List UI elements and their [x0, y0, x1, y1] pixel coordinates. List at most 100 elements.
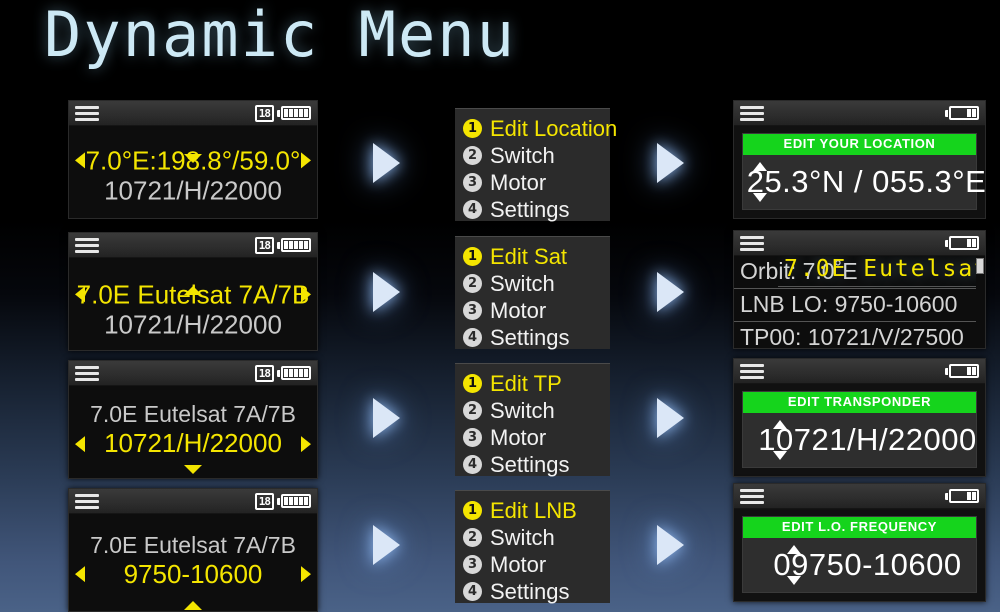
edit-value-area[interactable]: 10721/H/22000 [743, 413, 976, 467]
play-arrow-icon-3 [373, 272, 400, 312]
battery-half-icon [945, 364, 979, 378]
menu-2[interactable]: 1 Edit Sat 2 Switch 3 Motor 4 Settings [455, 236, 610, 351]
page-title: Dynamic Menu [44, 0, 516, 71]
menu-4[interactable]: 1 Edit LNB 2 Switch 3 Motor 4 Settings [455, 490, 610, 605]
screen-body: EDIT TRANSPONDER 10721/H/22000 [734, 384, 985, 476]
sat-detail-screen[interactable]: 7.0E Eutelsat 7A/7B Orbit: 7.0˚E LNB LO:… [733, 230, 986, 349]
hamburger-icon[interactable] [75, 105, 99, 121]
menu-item-label: Switch [490, 142, 555, 168]
device-screen-3[interactable]: 18 7.0E Eutelsat 7A/7B 10721/H/22000 [68, 360, 318, 479]
menu-item-motor[interactable]: 3 Motor [463, 551, 602, 578]
list-item: 7.0E Eutelsat 7A/7B [778, 256, 985, 288]
spinner-up-icon[interactable] [787, 545, 801, 555]
status-indicators: 18 [254, 104, 311, 122]
menu-item-edit-lnb[interactable]: 1 Edit LNB [463, 497, 602, 524]
edit-value-area[interactable]: 09750-10600 [743, 538, 976, 592]
menu-item-motor[interactable]: 3 Motor [463, 424, 602, 451]
arrow-left-icon[interactable] [75, 152, 85, 169]
row-value: 7.0E Eutelsat 7A/7B [76, 278, 310, 309]
menu-item-switch[interactable]: 2 Switch [463, 270, 602, 297]
device-screen-2[interactable]: 18 7.0E Eutelsat 7A/7B 10721/H/22000 [68, 232, 318, 351]
hamburger-icon[interactable] [740, 235, 764, 251]
edit-header: EDIT L.O. FREQUENCY [743, 517, 976, 539]
menu-item-edit-location[interactable]: 1 Edit Location [463, 115, 617, 142]
menu-item-switch[interactable]: 2 Switch [463, 142, 602, 169]
play-arrow-icon-1 [373, 143, 400, 183]
signal-chip-icon: 18 [254, 236, 274, 254]
battery-half-icon [945, 489, 979, 503]
menu-item-settings[interactable]: 4 Settings [463, 578, 602, 605]
highlighted-row[interactable]: 10721/H/22000 [69, 428, 317, 459]
menu-item-settings[interactable]: 4 Settings [463, 451, 602, 478]
scrollbar[interactable] [976, 256, 985, 348]
menu-item-label: Edit TP [490, 370, 562, 396]
arrow-right-icon[interactable] [301, 286, 311, 303]
edit-card: EDIT TRANSPONDER 10721/H/22000 [742, 391, 977, 468]
menu-item-motor[interactable]: 3 Motor [463, 297, 602, 324]
arrow-left-icon[interactable] [75, 435, 85, 452]
status-indicators: 18 [254, 492, 311, 510]
editor-screen-lo-frequency[interactable]: EDIT L.O. FREQUENCY 09750-10600 [733, 483, 986, 602]
spinner-up-icon[interactable] [753, 162, 767, 172]
edit-header: EDIT TRANSPONDER [743, 392, 976, 414]
slide-root: { "title": "Dynamic Menu", "colors": { "… [0, 0, 1000, 612]
value-spinner[interactable] [773, 413, 787, 467]
caret-down-icon [184, 465, 202, 474]
editor-screen-location[interactable]: EDIT YOUR LOCATION 25.3°N / 055.3°E [733, 100, 986, 219]
arrow-right-icon[interactable] [301, 435, 311, 452]
hamburger-icon[interactable] [740, 488, 764, 504]
editor-screen-transponder[interactable]: EDIT TRANSPONDER 10721/H/22000 [733, 358, 986, 477]
menu-item-label: Switch [490, 270, 555, 296]
play-arrow-icon-2 [657, 143, 684, 183]
spinner-down-icon[interactable] [753, 193, 767, 203]
menu-item-label: Settings [490, 451, 570, 477]
secondary-row: 7.0E Eutelsat 7A/7B [69, 532, 317, 559]
hamburger-icon[interactable] [75, 365, 99, 381]
menu-item-label: Settings [490, 196, 570, 222]
hamburger-icon[interactable] [75, 493, 99, 509]
arrow-left-icon[interactable] [75, 566, 85, 583]
menu-item-switch[interactable]: 2 Switch [463, 397, 602, 424]
row-value: 9750-10600 [123, 558, 263, 589]
menu-item-motor[interactable]: 3 Motor [463, 169, 602, 196]
menu-1[interactable]: 1 Edit Location 2 Switch 3 Motor 4 Setti… [455, 108, 617, 223]
device-screen-4[interactable]: 18 7.0E Eutelsat 7A/7B 9750-10600 [68, 488, 318, 612]
arrow-left-icon[interactable] [75, 286, 85, 303]
menu-item-settings[interactable]: 4 Settings [463, 196, 602, 223]
battery-half-icon [945, 236, 979, 250]
detail-list[interactable]: 7.0E Eutelsat 7A/7B Orbit: 7.0˚E LNB LO:… [734, 256, 985, 348]
highlighted-row[interactable]: 7.0E Eutelsat 7A/7B [69, 279, 317, 310]
hamburger-icon[interactable] [75, 237, 99, 253]
spinner-down-icon[interactable] [787, 576, 801, 586]
arrow-right-icon[interactable] [301, 152, 311, 169]
row-value: 10721/H/22000 [104, 175, 282, 206]
menu-number-badge: 3 [463, 555, 482, 574]
screen-rows: 7.0E Eutelsat 7A/7B 10721/H/22000 [69, 279, 317, 340]
spinner-up-icon[interactable] [773, 420, 787, 430]
value-spinner[interactable] [753, 155, 767, 209]
battery-full-icon [277, 366, 311, 380]
battery-half-icon [945, 106, 979, 120]
spinner-down-icon[interactable] [773, 451, 787, 461]
status-bar: 18 [69, 489, 317, 514]
value-spinner[interactable] [787, 538, 801, 592]
hamburger-icon[interactable] [740, 363, 764, 379]
menu-3[interactable]: 1 Edit TP 2 Switch 3 Motor 4 Settings [455, 363, 610, 478]
arrow-right-icon[interactable] [301, 566, 311, 583]
edit-value-area[interactable]: 25.3°N / 055.3°E [743, 155, 985, 209]
menu-item-switch[interactable]: 2 Switch [463, 524, 602, 551]
device-screen-1[interactable]: 18 7.0°E:198.8°/59.0° 10721/H/22000 [68, 100, 318, 219]
status-bar [734, 359, 985, 384]
menu-item-settings[interactable]: 4 Settings [463, 324, 602, 351]
scrollbar-thumb[interactable] [976, 258, 984, 274]
menu-number-badge: 4 [463, 455, 482, 474]
list-item: TP00: 10721/V/27500 [734, 322, 985, 348]
menu-number-badge: 1 [463, 501, 482, 520]
highlighted-row[interactable]: 9750-10600 [69, 559, 317, 590]
edit-header: EDIT YOUR LOCATION [743, 134, 976, 156]
menu-item-edit-sat[interactable]: 1 Edit Sat [463, 243, 602, 270]
menu-item-label: Switch [490, 397, 555, 423]
menu-item-edit-tp[interactable]: 1 Edit TP [463, 370, 602, 397]
hamburger-icon[interactable] [740, 105, 764, 121]
highlighted-row[interactable]: 7.0°E:198.8°/59.0° [69, 145, 317, 176]
